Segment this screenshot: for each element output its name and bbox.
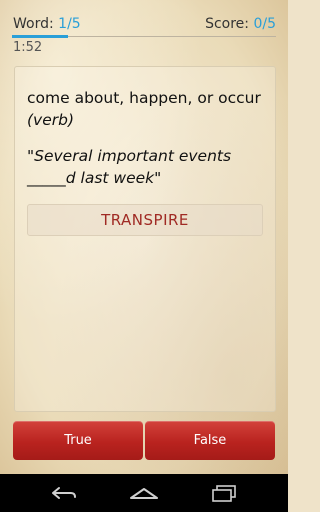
part-of-speech: (verb) (27, 111, 75, 129)
header-divider-accent (12, 35, 68, 38)
system-navigation-bar (0, 474, 288, 512)
candidate-word: TRANSPIRE (27, 204, 263, 236)
countdown-timer: 1:52 (13, 40, 43, 55)
home-button[interactable] (124, 480, 164, 506)
question-card: come about, happen, or occur (verb) "Sev… (14, 66, 276, 412)
recent-apps-button[interactable] (204, 480, 244, 506)
recent-apps-icon (212, 485, 236, 502)
example-line-1: "Several important events (27, 147, 232, 165)
definition-body: come about, happen, or occur (27, 89, 261, 107)
definition-text: come about, happen, or occur (verb) (27, 87, 263, 131)
score-counter-label: Score: (205, 16, 254, 32)
word-counter-value: 1/5 (58, 16, 81, 32)
example-line-2: _____d last week" (27, 169, 162, 187)
false-button[interactable]: False (145, 421, 275, 460)
word-counter-label: Word: (13, 16, 59, 32)
back-icon (52, 487, 76, 499)
example-sentence: "Several important events _____d last we… (27, 145, 267, 189)
home-icon (130, 488, 158, 499)
score-counter-value: 0/5 (253, 16, 276, 32)
back-button[interactable] (44, 480, 84, 506)
quiz-header: Word: 1/5 Score: 0/5 (0, 0, 288, 38)
score-counter: Score: 0/5 (205, 16, 276, 32)
answer-buttons: True False (13, 421, 275, 460)
true-button[interactable]: True (13, 421, 143, 460)
word-counter: Word: 1/5 (13, 16, 81, 32)
